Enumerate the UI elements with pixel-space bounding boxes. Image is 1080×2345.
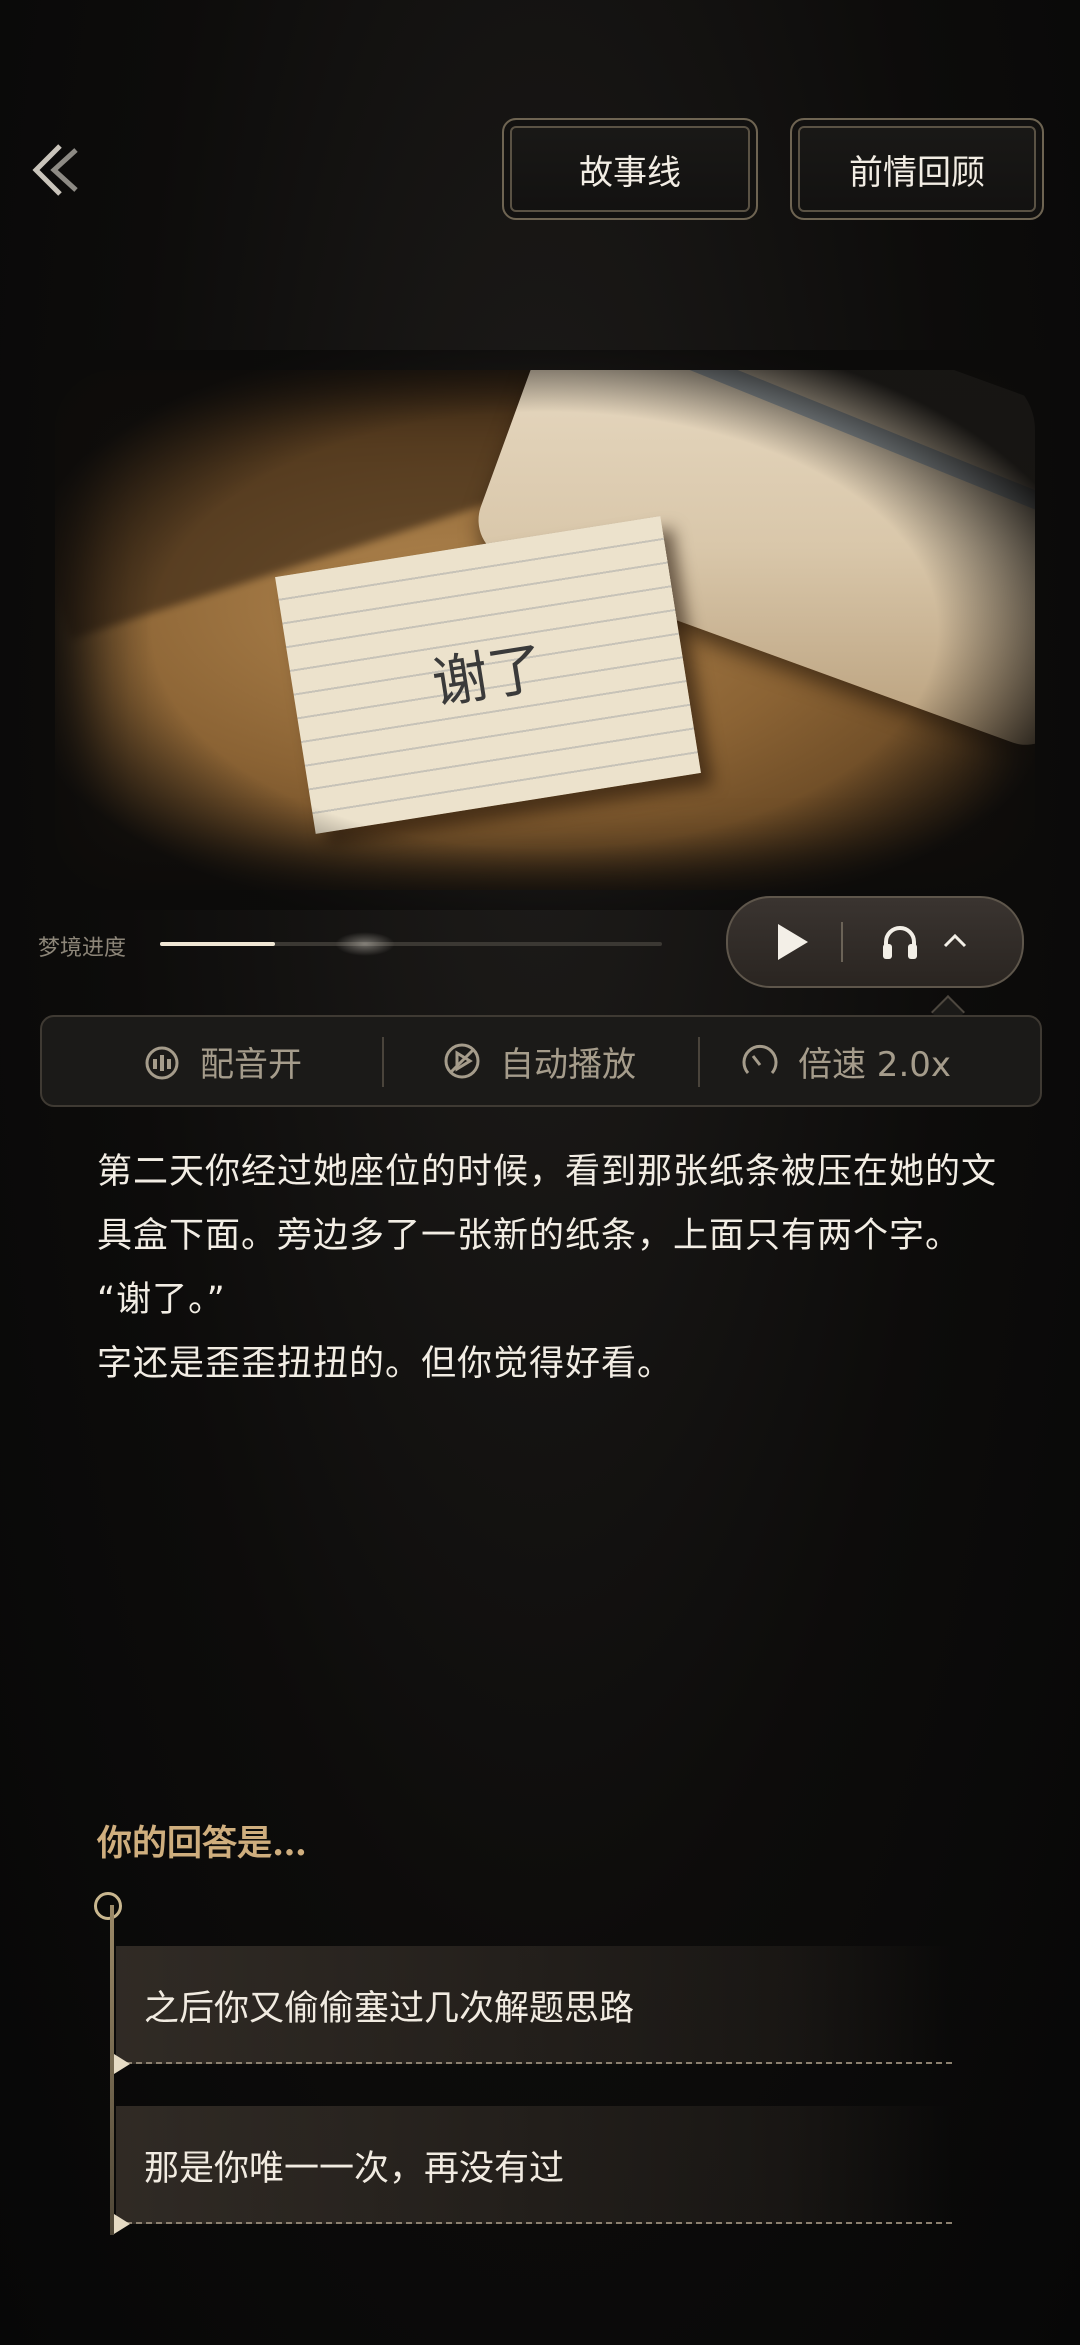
recap-button[interactable]: 前情回顾 bbox=[790, 118, 1044, 220]
play-icon[interactable] bbox=[776, 922, 810, 962]
answer-heading: 你的回答是… bbox=[97, 1823, 308, 1864]
option-marker-icon bbox=[114, 2054, 130, 2074]
story-text: 第二天你经过她座位的时候，看到那张纸条被压在她的文具盒下面。旁边多了一张新的纸条… bbox=[97, 1140, 997, 1396]
voice-icon bbox=[145, 1046, 179, 1080]
speed-selector[interactable]: 倍速 2.0x bbox=[740, 1017, 951, 1105]
autoplay-label: 自动播放 bbox=[500, 1044, 636, 1085]
answer-option[interactable]: 那是你唯一一次，再没有过 bbox=[114, 2106, 952, 2234]
story-paragraph: 第二天你经过她座位的时候，看到那张纸条被压在她的文具盒下面。旁边多了一张新的纸条… bbox=[97, 1152, 998, 1256]
option-divider bbox=[116, 2222, 952, 2224]
settings-divider bbox=[698, 1037, 700, 1087]
storyline-button[interactable]: 故事线 bbox=[502, 118, 758, 220]
speed-gauge-icon bbox=[742, 1044, 778, 1074]
storyline-label: 故事线 bbox=[579, 152, 681, 193]
dream-progress-bar bbox=[160, 932, 662, 956]
dream-progress-fill bbox=[160, 942, 276, 946]
note-handwriting: 谢了 bbox=[427, 635, 549, 718]
dream-progress-glow bbox=[335, 932, 396, 956]
scene-illustration: 谢了 bbox=[55, 370, 1035, 890]
autoplay-toggle[interactable]: 自动播放 bbox=[442, 1017, 636, 1105]
back-button[interactable] bbox=[30, 140, 90, 200]
option-divider bbox=[116, 2062, 952, 2064]
story-paragraph: 字还是歪歪扭扭的。但你觉得好看。 bbox=[97, 1344, 674, 1384]
dream-progress-label: 梦境进度 bbox=[38, 936, 127, 961]
option-marker-icon bbox=[114, 2214, 130, 2234]
answer-option-label: 那是你唯一一次，再没有过 bbox=[144, 2148, 565, 2189]
playback-settings-bar: 配音开 自动播放 倍速 2.0x bbox=[40, 1015, 1042, 1107]
double-chevron-left-icon bbox=[32, 144, 78, 196]
speed-label: 倍速 2.0x bbox=[798, 1044, 951, 1085]
dubbing-toggle[interactable]: 配音开 bbox=[142, 1017, 302, 1105]
dubbing-label: 配音开 bbox=[200, 1044, 302, 1085]
answer-option[interactable]: 之后你又偷偷塞过几次解题思路 bbox=[114, 1946, 952, 2074]
player-divider bbox=[841, 922, 843, 962]
story-paragraph: “谢了。” bbox=[97, 1280, 226, 1320]
recap-label: 前情回顾 bbox=[849, 152, 985, 193]
autoplay-off-icon bbox=[444, 1043, 480, 1079]
rail-ornament bbox=[94, 1892, 122, 1920]
audio-player-control bbox=[726, 896, 1024, 988]
answer-option-label: 之后你又偷偷塞过几次解题思路 bbox=[144, 1988, 635, 2029]
settings-divider bbox=[382, 1037, 384, 1087]
headphones-icon[interactable] bbox=[880, 922, 920, 962]
chevron-up-icon[interactable] bbox=[940, 926, 970, 956]
paper-note: 谢了 bbox=[275, 516, 701, 834]
